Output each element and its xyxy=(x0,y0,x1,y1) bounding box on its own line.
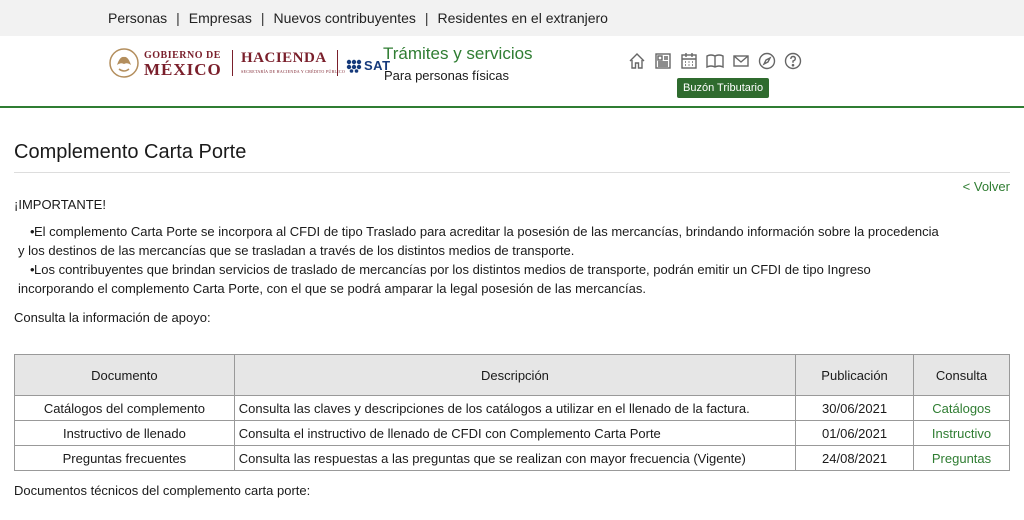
technical-docs-text: Documentos técnicos del complemento cart… xyxy=(14,483,311,498)
cell-documento: Instructivo de llenado xyxy=(14,420,235,446)
site-title[interactable]: Trámites y servicios xyxy=(383,44,533,64)
column-header-descripcion: Descripción xyxy=(233,354,797,396)
book-icon[interactable] xyxy=(705,51,725,71)
nav-residentes-extranjero[interactable]: Residentes en el extranjero xyxy=(438,10,608,26)
important-heading: ¡IMPORTANTE! xyxy=(14,197,106,212)
cell-descripcion: Consulta las claves y descripciones de l… xyxy=(233,395,797,421)
important-list: El complemento Carta Porte se incorpora … xyxy=(14,222,1010,298)
bullet-text-line: y los destinos de las mercancías que se … xyxy=(18,243,575,258)
site-header: GOBIERNO DE MÉXICO HACIENDA SECRETARÍA D… xyxy=(0,36,1024,108)
nav-personas[interactable]: Personas xyxy=(108,10,167,26)
gobierno-line2: MÉXICO xyxy=(144,60,222,79)
header-icon-bar xyxy=(627,51,803,71)
site-subtitle: Para personas físicas xyxy=(384,68,510,83)
compass-icon[interactable] xyxy=(757,51,777,71)
main-content: Complemento Carta Porte < Volver ¡IMPORT… xyxy=(0,108,1024,498)
eagle-emblem-icon xyxy=(109,48,139,78)
page-title: Complemento Carta Porte xyxy=(14,108,1010,173)
logo-divider xyxy=(232,50,233,76)
nav-separator: | xyxy=(424,10,429,26)
list-item: Los contribuyentes que brindan servicios… xyxy=(18,260,1010,298)
gobierno-mexico-logo[interactable]: GOBIERNO DE MÉXICO xyxy=(108,46,222,80)
cell-documento: Preguntas frecuentes xyxy=(14,445,235,471)
table-header-row: Documento Descripción Publicación Consul… xyxy=(14,354,1010,396)
nav-separator: | xyxy=(260,10,265,26)
cell-documento: Catálogos del complemento xyxy=(14,395,235,421)
column-header-consulta: Consulta xyxy=(913,354,1010,396)
help-icon[interactable] xyxy=(783,51,803,71)
nav-nuevos-contribuyentes[interactable]: Nuevos contribuyentes xyxy=(273,10,415,26)
hacienda-subtext: SECRETARÍA DE HACIENDA Y CRÉDITO PÚBLICO xyxy=(241,69,346,74)
bullet-text-line: incorporando el complemento Carta Porte,… xyxy=(18,281,646,296)
newspaper-icon[interactable] xyxy=(653,51,673,71)
table-row: Instructivo de llenado Consulta el instr… xyxy=(14,420,1010,446)
logo-divider xyxy=(337,50,338,76)
hacienda-logo[interactable]: HACIENDA SECRETARÍA DE HACIENDA Y CRÉDIT… xyxy=(241,50,345,74)
nav-empresas[interactable]: Empresas xyxy=(189,10,252,26)
back-link[interactable]: < Volver xyxy=(963,179,1010,194)
list-item: El complemento Carta Porte se incorpora … xyxy=(18,222,1010,260)
buzon-tributario-button[interactable]: Buzón Tributario xyxy=(677,78,770,98)
hacienda-text: HACIENDA xyxy=(241,50,327,66)
cell-publicacion: 30/06/2021 xyxy=(795,395,915,421)
link-catalogos[interactable]: Catálogos xyxy=(913,395,1010,421)
home-icon[interactable] xyxy=(627,51,647,71)
cell-publicacion: 01/06/2021 xyxy=(795,420,915,446)
mail-icon[interactable] xyxy=(731,51,751,71)
consulta-text: Consulta la información de apoyo: xyxy=(14,310,211,325)
bullet-text-line: El complemento Carta Porte se incorpora … xyxy=(34,224,939,239)
top-navigation: Personas | Empresas | Nuevos contribuyen… xyxy=(0,0,1024,36)
link-instructivo[interactable]: Instructivo xyxy=(913,420,1010,446)
table-row: Catálogos del complemento Consulta las c… xyxy=(14,395,1010,421)
documents-table: Documento Descripción Publicación Consul… xyxy=(14,354,1010,471)
link-preguntas[interactable]: Preguntas xyxy=(913,445,1010,471)
calendar-icon[interactable] xyxy=(679,51,699,71)
column-header-documento: Documento xyxy=(14,354,235,396)
cell-descripcion: Consulta el instructivo de llenado de CF… xyxy=(233,420,797,446)
sat-dots-icon xyxy=(346,59,362,73)
column-header-publicacion: Publicación xyxy=(795,354,915,396)
nav-separator: | xyxy=(176,10,180,26)
cell-publicacion: 24/08/2021 xyxy=(795,445,915,471)
cell-descripcion: Consulta las respuestas a las preguntas … xyxy=(233,445,797,471)
table-row: Preguntas frecuentes Consulta las respue… xyxy=(14,445,1010,471)
bullet-text-line: Los contribuyentes que brindan servicios… xyxy=(34,262,871,277)
